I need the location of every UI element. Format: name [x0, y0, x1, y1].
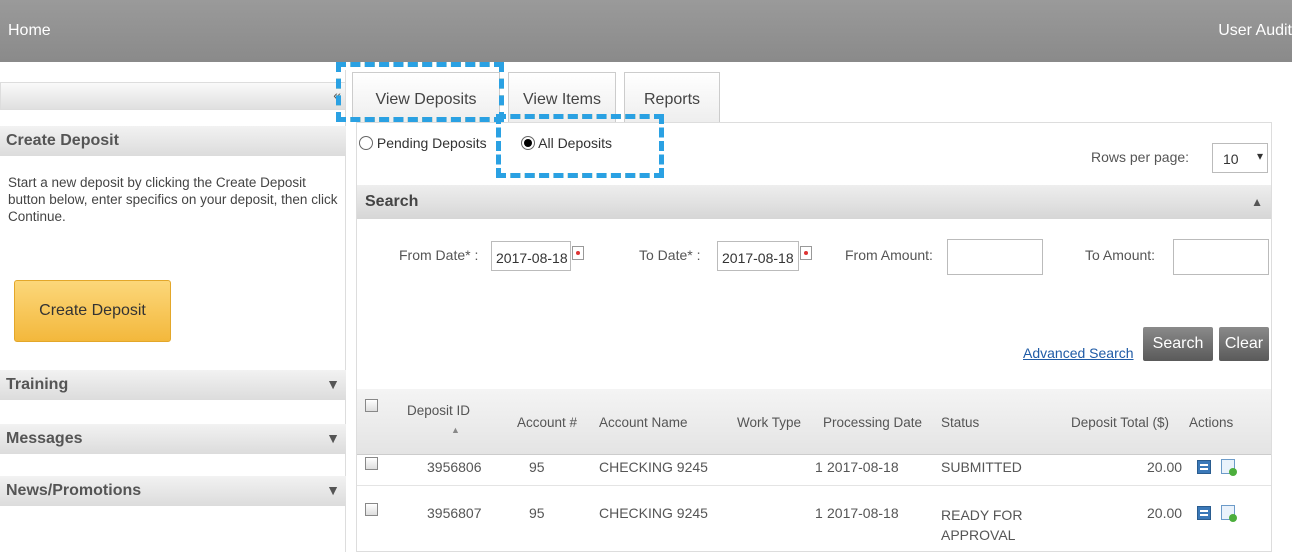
- calendar-icon[interactable]: [800, 246, 812, 260]
- table-header: Deposit ID ▲ Account # Account Name Work…: [357, 389, 1271, 455]
- row-checkbox[interactable]: [365, 457, 378, 470]
- calendar-icon[interactable]: [572, 246, 584, 260]
- account-name: CHECKING 9245: [599, 459, 708, 475]
- home-link[interactable]: Home: [8, 22, 51, 40]
- left-panel: « Create Deposit Start a new deposit by …: [0, 70, 346, 552]
- col-actions: Actions: [1189, 415, 1234, 430]
- create-deposit-button[interactable]: Create Deposit: [14, 280, 171, 342]
- highlight-all-deposits: [496, 114, 664, 178]
- chevron-down-icon: ▼: [326, 482, 340, 498]
- advanced-search-link[interactable]: Advanced Search: [1023, 345, 1134, 361]
- from-date-input[interactable]: 2017-08-18: [491, 241, 584, 271]
- search-button[interactable]: Search: [1143, 327, 1213, 361]
- work-type: 1: [815, 505, 823, 521]
- select-all-checkbox[interactable]: [365, 399, 378, 412]
- processing-date: 2017-08-18: [827, 505, 899, 521]
- filter-pending[interactable]: Pending Deposits: [359, 135, 487, 151]
- to-date-input[interactable]: 2017-08-18: [717, 241, 812, 271]
- col-work-type[interactable]: Work Type: [737, 415, 801, 430]
- deposit-id[interactable]: 3956807: [427, 505, 482, 521]
- to-amount-input[interactable]: [1173, 239, 1269, 275]
- status: READY FOR APPROVAL: [941, 507, 1023, 543]
- user-audit-link[interactable]: User Audit: [1218, 22, 1292, 40]
- account-number: 95: [529, 505, 545, 521]
- col-status[interactable]: Status: [941, 415, 979, 430]
- col-account[interactable]: Account #: [517, 415, 577, 430]
- top-nav-bar: Home User Audit: [0, 0, 1292, 62]
- collapse-up-icon: ▲: [1251, 195, 1263, 209]
- section-training[interactable]: Training ▼: [0, 370, 346, 400]
- chevron-down-icon: ▼: [326, 430, 340, 446]
- rows-per-page-label: Rows per page:: [1091, 149, 1190, 165]
- view-details-icon[interactable]: [1197, 506, 1211, 520]
- col-deposit-id[interactable]: Deposit ID: [407, 403, 470, 418]
- add-note-icon[interactable]: [1221, 459, 1237, 476]
- work-type: 1: [815, 459, 823, 475]
- create-deposit-heading: Create Deposit: [0, 126, 346, 156]
- deposit-total: 20.00: [1147, 459, 1183, 475]
- col-account-name[interactable]: Account Name: [599, 415, 688, 430]
- deposit-total: 20.00: [1147, 505, 1183, 521]
- rows-per-page-select[interactable]: 10 ▾: [1212, 143, 1268, 173]
- row-checkbox[interactable]: [365, 503, 378, 516]
- row-divider: [357, 485, 1271, 486]
- add-note-icon[interactable]: [1221, 505, 1237, 522]
- panel-collapse-bar: «: [0, 82, 346, 110]
- col-deposit-total[interactable]: Deposit Total ($): [1071, 415, 1169, 430]
- to-date-label: To Date* :: [639, 247, 701, 263]
- account-number: 95: [529, 459, 545, 475]
- processing-date: 2017-08-18: [827, 459, 899, 475]
- highlight-view-deposits: [336, 62, 504, 122]
- search-section-header[interactable]: Search ▲: [357, 185, 1271, 219]
- from-amount-input[interactable]: [947, 239, 1043, 275]
- sort-asc-icon[interactable]: ▲: [451, 425, 460, 435]
- from-date-label: From Date* :: [399, 247, 479, 263]
- view-details-icon[interactable]: [1197, 460, 1211, 474]
- create-deposit-description: Start a new deposit by clicking the Crea…: [8, 175, 338, 224]
- chevron-down-icon: ▾: [1256, 149, 1263, 163]
- section-news-promotions[interactable]: News/Promotions ▼: [0, 476, 346, 506]
- status: SUBMITTED: [941, 459, 1022, 475]
- col-processing-date[interactable]: Processing Date: [823, 415, 922, 430]
- deposit-id[interactable]: 3956806: [427, 459, 482, 475]
- account-name: CHECKING 9245: [599, 505, 708, 521]
- from-amount-label: From Amount:: [845, 247, 933, 263]
- chevron-down-icon: ▼: [326, 376, 340, 392]
- deposits-panel: Pending Deposits All Deposits Rows per p…: [356, 122, 1272, 552]
- section-messages[interactable]: Messages ▼: [0, 424, 346, 454]
- clear-button[interactable]: Clear: [1219, 327, 1269, 361]
- to-amount-label: To Amount:: [1085, 247, 1156, 263]
- pending-radio[interactable]: [359, 136, 373, 150]
